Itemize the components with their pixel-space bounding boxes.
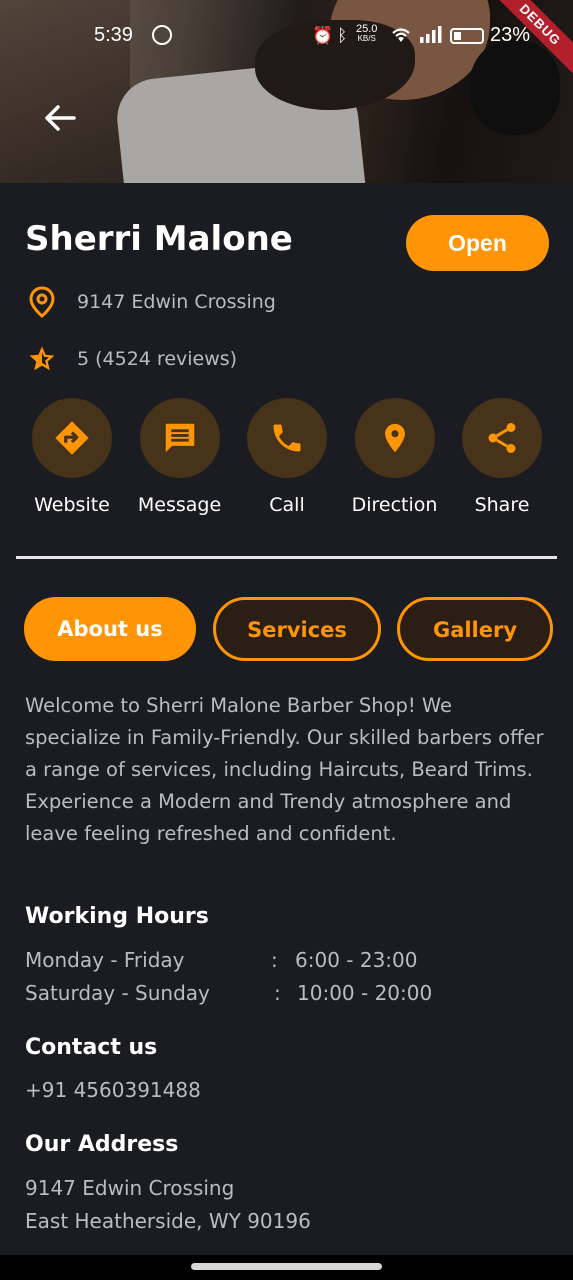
share-circle	[462, 398, 542, 478]
hours-time: 6:00 - 23:00	[295, 948, 418, 972]
address-line-2: East Heatherside, WY 90196	[25, 1209, 311, 1233]
share-label: Share	[474, 494, 530, 516]
message-button[interactable]: Message	[132, 398, 228, 516]
tab-gallery[interactable]: Gallery	[397, 597, 553, 661]
home-gesture-handle[interactable]	[191, 1263, 382, 1270]
battery-percent: 23%	[490, 24, 531, 46]
hours-row-weekend: Saturday - Sunday : 10:00 - 20:00	[25, 981, 545, 1007]
call-label: Call	[269, 494, 305, 516]
share-icon	[488, 423, 516, 453]
website-button[interactable]: Website	[24, 398, 120, 516]
section-divider	[16, 556, 557, 559]
about-text: Welcome to Sherri Malone Barber Shop! We…	[25, 694, 544, 845]
working-hours-heading: Working Hours	[25, 904, 209, 929]
tab-about-us[interactable]: About us	[24, 597, 196, 661]
bluetooth-icon: ᛒ	[337, 26, 352, 46]
status-time: 5:39	[94, 24, 133, 46]
whatsapp-icon	[152, 25, 172, 45]
directions-icon	[55, 421, 89, 455]
signal-icon	[420, 26, 442, 43]
phone-icon	[273, 424, 301, 452]
share-button[interactable]: Share	[454, 398, 550, 516]
rating-text: 5 (4524 reviews)	[77, 348, 238, 370]
message-circle	[139, 398, 220, 478]
direction-circle	[354, 398, 435, 478]
address-row: 9147 Edwin Crossing	[25, 285, 276, 319]
website-label: Website	[34, 494, 110, 516]
message-icon	[165, 423, 194, 453]
wifi-icon	[392, 28, 410, 42]
call-circle	[247, 398, 327, 478]
location-pin-icon	[384, 423, 405, 453]
network-speed: 25.0 KB/S	[356, 23, 378, 44]
hours-separator: :	[271, 948, 278, 972]
back-button[interactable]	[40, 98, 80, 138]
call-button[interactable]: Call	[239, 398, 335, 516]
address-heading: Our Address	[25, 1132, 179, 1157]
location-pin-icon	[25, 285, 59, 319]
status-icons: ⏰ᛒ	[312, 26, 351, 46]
hours-days: Monday - Friday	[25, 948, 185, 972]
system-nav-bar	[0, 1255, 573, 1280]
direction-label: Direction	[351, 494, 438, 516]
star-icon	[25, 342, 59, 376]
hours-row-weekdays: Monday - Friday : 6:00 - 23:00	[25, 948, 545, 974]
direction-button[interactable]: Direction	[347, 398, 443, 516]
tab-services[interactable]: Services	[213, 597, 381, 661]
status-bar: 5:39 ⏰ᛒ 25.0 KB/S 23%	[0, 22, 573, 52]
address-text: 9147 Edwin Crossing	[77, 291, 276, 313]
hours-separator: :	[274, 981, 281, 1005]
address-line-1: 9147 Edwin Crossing	[25, 1176, 235, 1200]
open-status-button[interactable]: Open	[406, 215, 549, 271]
hours-days: Saturday - Sunday	[25, 981, 210, 1005]
contact-heading: Contact us	[25, 1035, 158, 1060]
hours-time: 10:00 - 20:00	[297, 981, 433, 1005]
tab-bar: About us Services Gallery	[24, 597, 573, 661]
rating-row: 5 (4524 reviews)	[25, 342, 237, 376]
action-buttons: Website Message Call Direction Share	[24, 398, 550, 516]
contact-phone[interactable]: +91 4560391488	[25, 1078, 201, 1102]
website-circle	[32, 398, 112, 478]
arrow-left-icon	[45, 105, 76, 131]
message-label: Message	[137, 494, 222, 516]
shop-name: Sherri Malone	[25, 219, 293, 259]
battery-icon	[450, 28, 484, 44]
alarm-icon: ⏰	[312, 26, 338, 46]
